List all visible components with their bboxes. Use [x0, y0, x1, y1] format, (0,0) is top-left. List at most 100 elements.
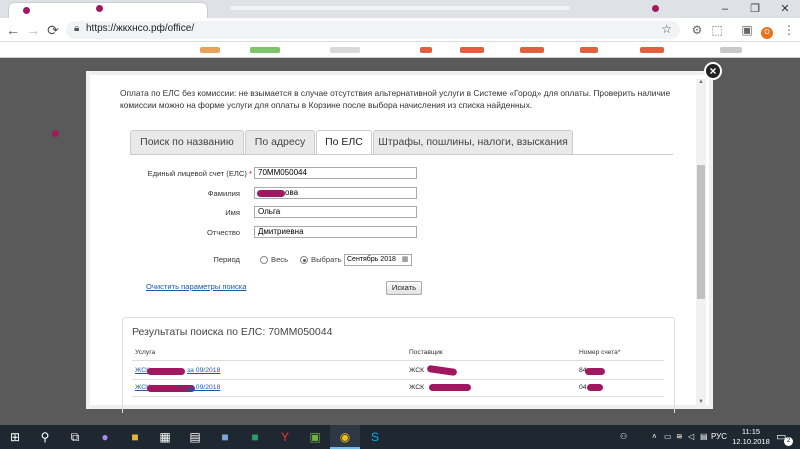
clear-search-link[interactable]: Очистить параметры поиска [146, 282, 247, 291]
task-view-icon[interactable]: ⧉ [60, 425, 90, 449]
redaction-mark [257, 190, 285, 197]
modal-scrollbar[interactable]: ▲ ▼ [696, 79, 706, 405]
store-icon[interactable]: ▣ [300, 425, 330, 449]
browser-toolbar: ← → ⟳ 🔒︎ https://жкхнсо.рф/office/ ☆ ⚙ ⬚… [0, 18, 800, 42]
profile-avatar[interactable]: О [758, 21, 776, 39]
redaction-mark [587, 384, 603, 391]
chrome-icon[interactable]: ◉ [330, 425, 360, 449]
maximize-button[interactable]: ❐ [740, 1, 770, 17]
minimize-button[interactable]: – [710, 1, 740, 17]
results-panel: Результаты поиска по ЕЛС: 70ММ050044 Усл… [122, 317, 675, 413]
battery-icon[interactable]: ▭ [664, 425, 672, 449]
modal-close-button[interactable]: × [704, 62, 722, 80]
reload-button[interactable]: ⟳ [44, 21, 62, 39]
extension-icon[interactable]: ⚙ [688, 21, 706, 39]
redaction-mark [429, 384, 471, 391]
keyboard-icon[interactable]: ▤ [700, 425, 708, 449]
notepad-icon[interactable]: ▤ [180, 425, 210, 449]
name-input[interactable]: Ольга [254, 206, 417, 218]
commission-notice: Оплата по ЕЛС без комиссии: не взымается… [120, 88, 671, 110]
service-period-link[interactable]: за 09/2018 [187, 367, 220, 374]
patronymic-input[interactable]: Дмитриевна [254, 226, 417, 238]
app-icon[interactable]: ■ [120, 425, 150, 449]
redaction-mark [585, 368, 605, 375]
results-title: Результаты поиска по ЕЛС: 70ММ050044 [132, 326, 333, 338]
bookmark-item[interactable] [420, 47, 432, 53]
column-service: Услуга [135, 349, 156, 356]
system-clock[interactable]: 11:15 12.10.2018 [730, 427, 772, 447]
surname-value: ова [285, 188, 299, 197]
calendar-icon[interactable]: ▦ [400, 255, 410, 264]
search-button[interactable]: Искать [386, 281, 422, 295]
app-icon[interactable]: ■ [210, 425, 240, 449]
window-close-button[interactable]: ✕ [770, 1, 800, 17]
bookmark-item[interactable] [460, 47, 484, 53]
yandex-icon[interactable]: Y [270, 425, 300, 449]
people-icon[interactable]: ⚇ [620, 425, 627, 449]
extension-icon[interactable]: ▣ [738, 21, 756, 39]
lock-icon: 🔒︎ [74, 23, 80, 34]
language-indicator[interactable]: РУС [711, 425, 727, 449]
tab-search-by-els[interactable]: По ЕЛС [316, 130, 372, 155]
bookmark-item[interactable] [520, 47, 544, 53]
bookmark-item[interactable] [720, 47, 742, 53]
surname-input[interactable]: ова [254, 187, 417, 199]
tab-search-by-name[interactable]: Поиск по названию [130, 130, 244, 154]
name-label: Имя [225, 208, 240, 217]
period-select-label: Выбрать [311, 255, 342, 264]
tray-chevron-icon[interactable]: ˄ [652, 425, 657, 449]
bookmark-item[interactable] [200, 47, 220, 53]
column-account: Номер счета* [579, 349, 621, 356]
table-divider [132, 396, 664, 397]
period-all-label: Весь [271, 255, 289, 264]
els-input[interactable]: 70ММ050044 [254, 167, 417, 179]
table-row[interactable]: ЖСК за 09/2018 ЖСК 84 [123, 364, 676, 378]
scrollbar-thumb[interactable] [697, 165, 705, 299]
tab-fines-taxes[interactable]: Штрафы, пошлины, налоги, взыскания [373, 130, 573, 154]
bookmark-star-icon[interactable]: ☆ [661, 22, 672, 36]
search-icon[interactable]: ⚲ [30, 425, 60, 449]
back-button[interactable]: ← [4, 21, 22, 39]
service-period-link[interactable]: за 09/2018 [187, 384, 220, 391]
account-cell: 04 [579, 384, 587, 391]
windows-icon[interactable]: ⊞ [0, 425, 30, 449]
tab-redaction [96, 5, 103, 12]
surname-label: Фамилия [207, 189, 240, 198]
bookmark-item[interactable] [250, 47, 280, 53]
redaction-mark [426, 364, 458, 377]
supplier-cell: ЖСК [409, 384, 425, 391]
browser-tab[interactable] [8, 2, 208, 18]
bookmark-item[interactable] [640, 47, 664, 53]
menu-icon[interactable]: ⋮ [780, 21, 798, 39]
table-divider [132, 379, 664, 380]
period-label: Период [213, 255, 240, 264]
redaction-mark [52, 130, 59, 137]
bookmark-item[interactable] [330, 47, 360, 53]
cortana-mic-icon[interactable]: ● [90, 425, 120, 449]
table-divider [132, 360, 664, 361]
volume-icon[interactable]: ◁ [688, 425, 694, 449]
clock-date: 12.10.2018 [732, 437, 770, 446]
supplier-cell: ЖСК [409, 367, 425, 374]
period-select-radio[interactable] [300, 256, 308, 264]
extension-icon[interactable]: ⬚ [708, 21, 726, 39]
scroll-down-arrow[interactable]: ▼ [696, 399, 706, 405]
column-supplier: Поставщик [409, 349, 443, 356]
tab-redaction [652, 5, 659, 12]
forward-button[interactable]: → [24, 21, 42, 39]
excel-icon[interactable]: ■ [240, 425, 270, 449]
skype-icon[interactable]: S [360, 425, 390, 449]
address-bar[interactable]: 🔒︎ https://жкхнсо.рф/office/ ☆ [66, 21, 680, 39]
search-modal: Оплата по ЕЛС без комиссии: не взымается… [86, 71, 713, 413]
scroll-up-arrow[interactable]: ▲ [696, 79, 706, 85]
redaction-mark [147, 368, 185, 375]
period-all-radio[interactable] [260, 256, 268, 264]
tab-title-blur [230, 6, 570, 10]
network-icon[interactable]: ≋ [676, 425, 683, 449]
table-row[interactable]: ЖСК за 09/2018 ЖСК 04 [123, 381, 676, 395]
els-label: Единый лицевой счет (ЕЛС) * [147, 169, 252, 178]
tab-search-by-address[interactable]: По адресу [245, 130, 315, 154]
bookmark-item[interactable] [580, 47, 598, 53]
tab-redaction [23, 7, 30, 14]
calculator-icon[interactable]: ▦ [150, 425, 180, 449]
